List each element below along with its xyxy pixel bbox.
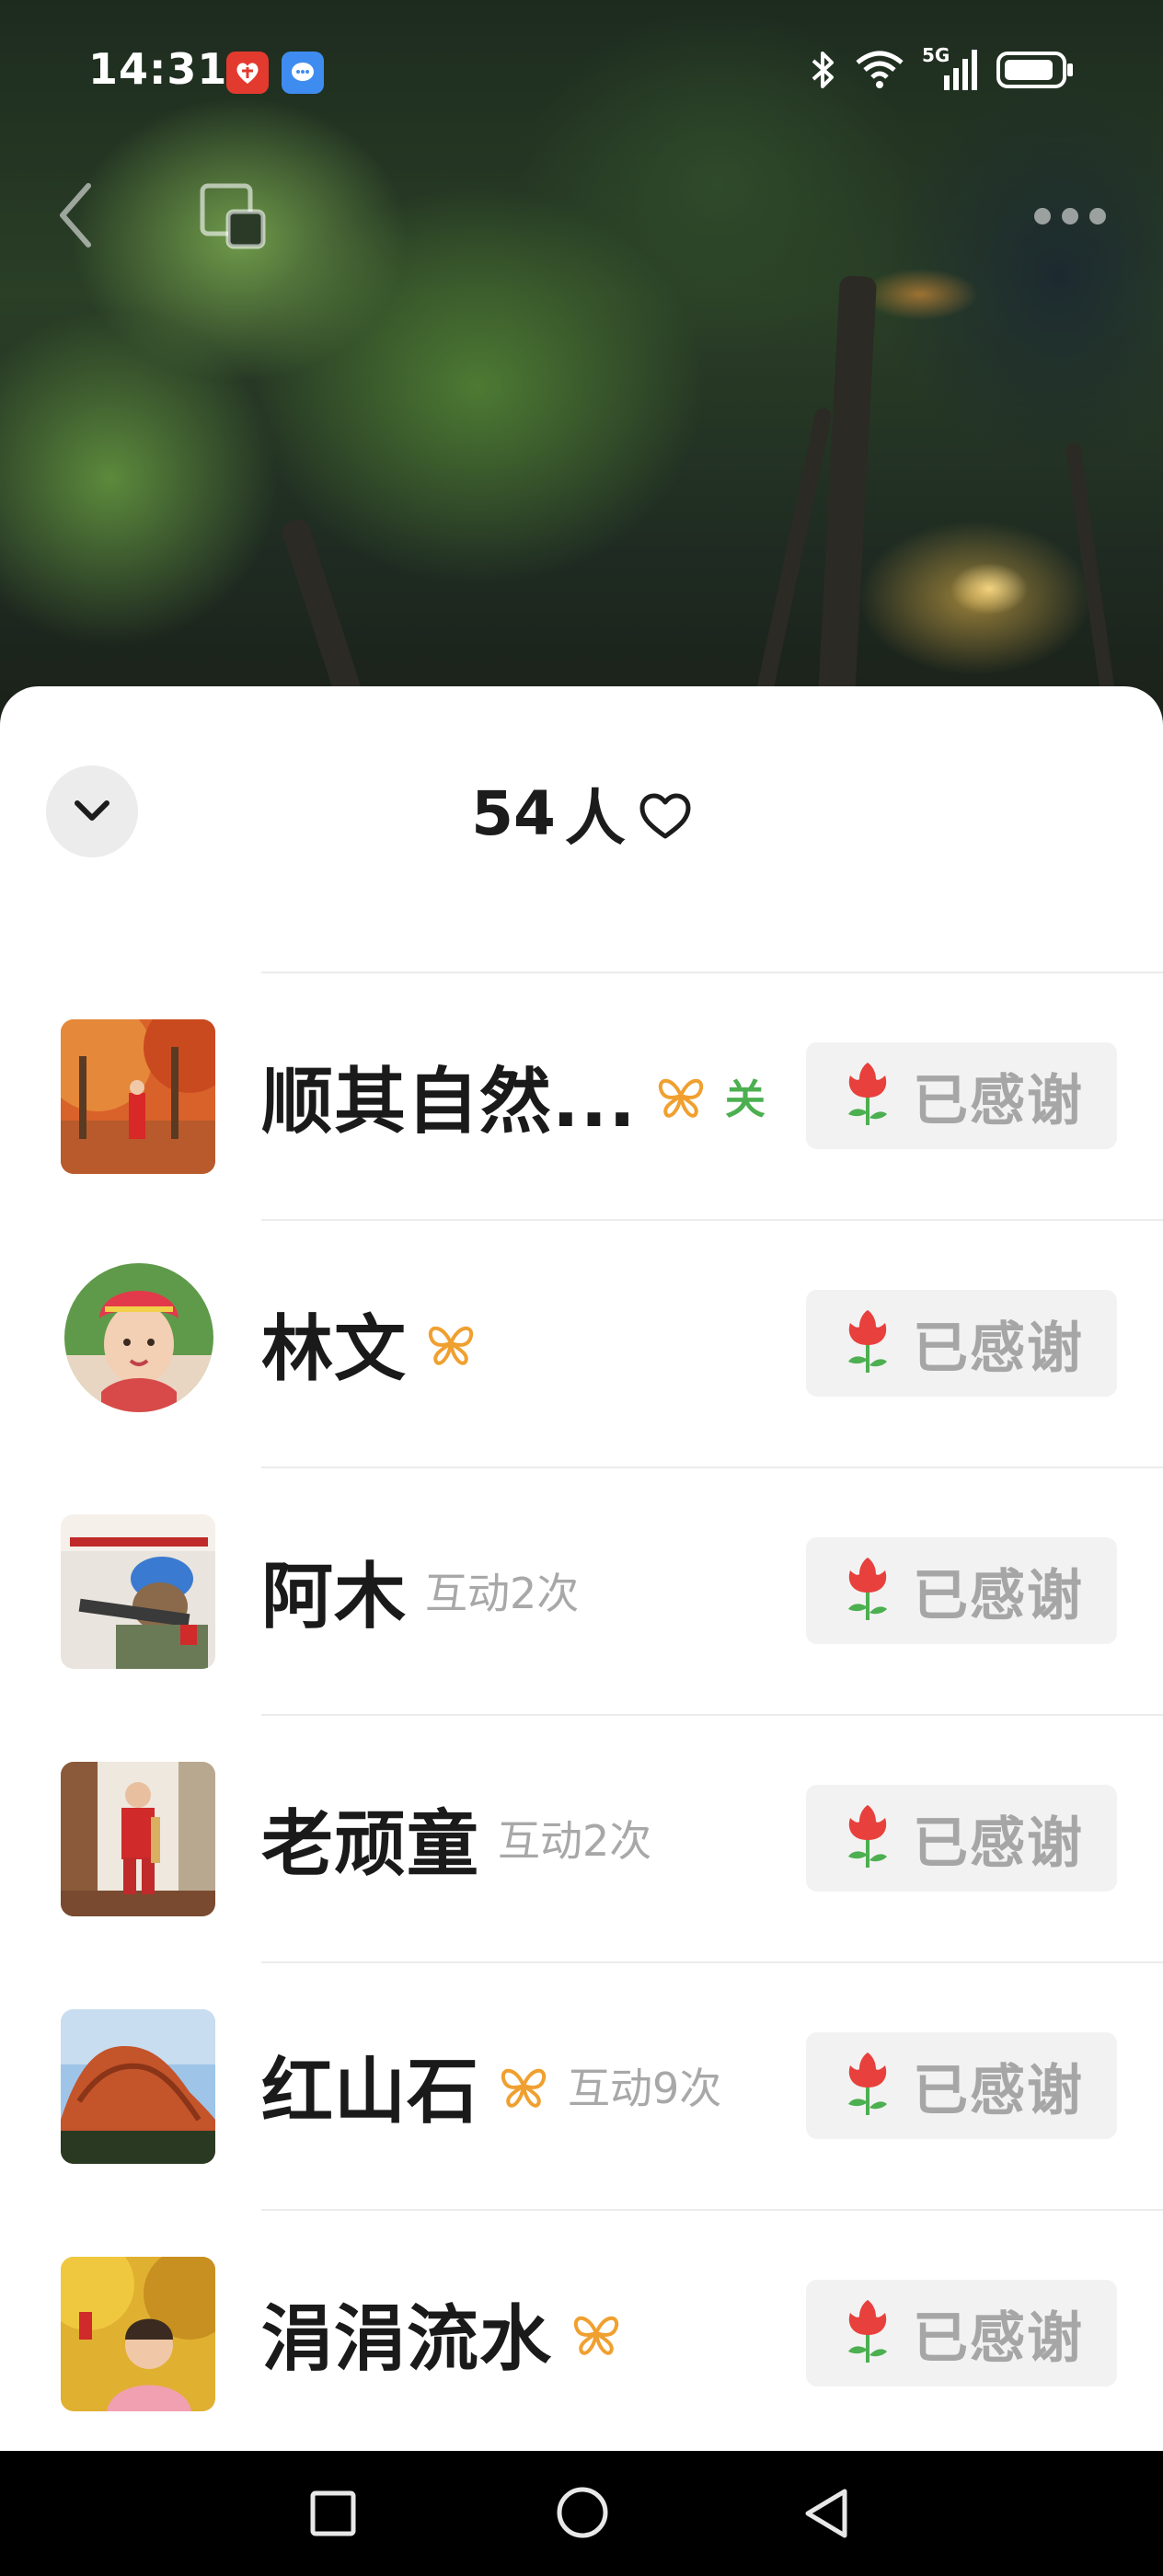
liker-row[interactable]: 顺其自然... 关 已感谢 (0, 972, 1163, 1219)
rose-icon (848, 2300, 887, 2363)
thanked-button[interactable]: 已感谢 (806, 2280, 1117, 2386)
rose-icon (848, 2053, 887, 2115)
row-divider (261, 1219, 1163, 1221)
interaction-count: 互动9次 (568, 2064, 722, 2113)
liker-row[interactable]: 林文 已感谢 (0, 1219, 1163, 1466)
bluetooth-icon (812, 52, 834, 88)
like-count-unit: 人 (564, 783, 626, 854)
rose-icon (848, 1310, 887, 1373)
rose-icon (848, 1805, 887, 1868)
message-notification-icon (282, 52, 324, 94)
butterfly-badge-icon (429, 1326, 474, 1365)
thanked-button[interactable]: 已感谢 (806, 2032, 1117, 2139)
user-name[interactable]: 红山石 (261, 2034, 479, 2137)
rose-icon (848, 1558, 887, 1620)
interaction-count: 互动2次 (425, 1569, 580, 1618)
liker-list: 顺其自然... 关 已感谢 林文 已感谢 阿木 互动2次 已感谢 老顽童 互动2… (0, 972, 1163, 2451)
cellular-signal-icon: 5G (922, 44, 979, 92)
thanked-label: 已感谢 (913, 2058, 1084, 2123)
heart-outline-icon (639, 793, 691, 839)
row-divider (261, 1961, 1163, 1963)
battery-icon (996, 52, 1073, 88)
user-name[interactable]: 顺其自然... (261, 1044, 637, 1147)
liker-row[interactable]: 阿木 互动2次 已感谢 (0, 1466, 1163, 1714)
more-dot (1062, 208, 1078, 224)
avatar[interactable] (61, 1019, 215, 1174)
user-name[interactable]: 涓涓流水 (261, 2282, 552, 2385)
system-navigation-bar (0, 2451, 1163, 2576)
rose-icon (848, 1063, 887, 1125)
avatar[interactable] (64, 1263, 213, 1412)
user-name[interactable]: 阿木 (261, 1539, 407, 1642)
back-button[interactable] (52, 180, 107, 250)
avatar[interactable] (61, 2009, 215, 2164)
row-divider (261, 972, 1163, 973)
thanked-label: 已感谢 (913, 2306, 1084, 2371)
follow-tag: 关 (724, 1076, 766, 1123)
multi-window-icon (200, 183, 266, 249)
tree-trunk (815, 275, 878, 737)
thanked-button[interactable]: 已感谢 (806, 1537, 1117, 1644)
like-count: 54 (471, 777, 556, 849)
more-dots-icon (1034, 208, 1051, 224)
like-count-title: 54 人 (0, 767, 1163, 859)
thanked-label: 已感谢 (913, 1316, 1084, 1381)
thanked-button[interactable]: 已感谢 (806, 1785, 1117, 1892)
user-name[interactable]: 林文 (261, 1292, 407, 1395)
avatar[interactable] (61, 1762, 215, 1916)
status-bar: 14:31 5G (0, 0, 1163, 147)
butterfly-badge-icon (658, 1078, 703, 1118)
avatar[interactable] (61, 2257, 215, 2411)
row-divider (261, 1714, 1163, 1716)
more-dot (1089, 208, 1106, 224)
avatar[interactable] (61, 1514, 215, 1669)
user-name[interactable]: 老顽童 (261, 1787, 479, 1890)
row-divider (261, 1466, 1163, 1468)
wifi-icon (856, 51, 904, 88)
likes-bottom-sheet: 54 人 顺其自然... 关 已感谢 林文 已感谢 阿木 互动2次 已感谢 老顽… (0, 686, 1163, 2451)
app-notification-icon (226, 52, 269, 94)
liker-row[interactable]: 红山石 互动9次 已感谢 (0, 1961, 1163, 2209)
status-time: 14:31 (88, 44, 228, 94)
thanked-button[interactable]: 已感谢 (806, 1290, 1117, 1397)
multi-window-button[interactable] (197, 180, 271, 254)
butterfly-badge-icon (501, 2068, 547, 2108)
home-circle-icon[interactable] (556, 2486, 609, 2539)
thanked-label: 已感谢 (913, 1811, 1084, 1876)
butterfly-badge-icon (574, 2316, 619, 2355)
more-options-button[interactable] (1034, 202, 1108, 230)
row-divider (261, 2209, 1163, 2211)
thanked-button[interactable]: 已感谢 (806, 1042, 1117, 1149)
liker-row[interactable]: 涓涓流水 已感谢 (0, 2209, 1163, 2451)
liker-row[interactable]: 老顽童 互动2次 已感谢 (0, 1714, 1163, 1961)
chevron-left-icon (60, 183, 91, 247)
recents-square-icon[interactable] (309, 2490, 357, 2537)
thanked-label: 已感谢 (913, 1563, 1084, 1628)
back-triangle-icon[interactable] (800, 2486, 852, 2541)
thanked-label: 已感谢 (913, 1068, 1084, 1133)
interaction-count: 互动2次 (498, 1816, 652, 1866)
